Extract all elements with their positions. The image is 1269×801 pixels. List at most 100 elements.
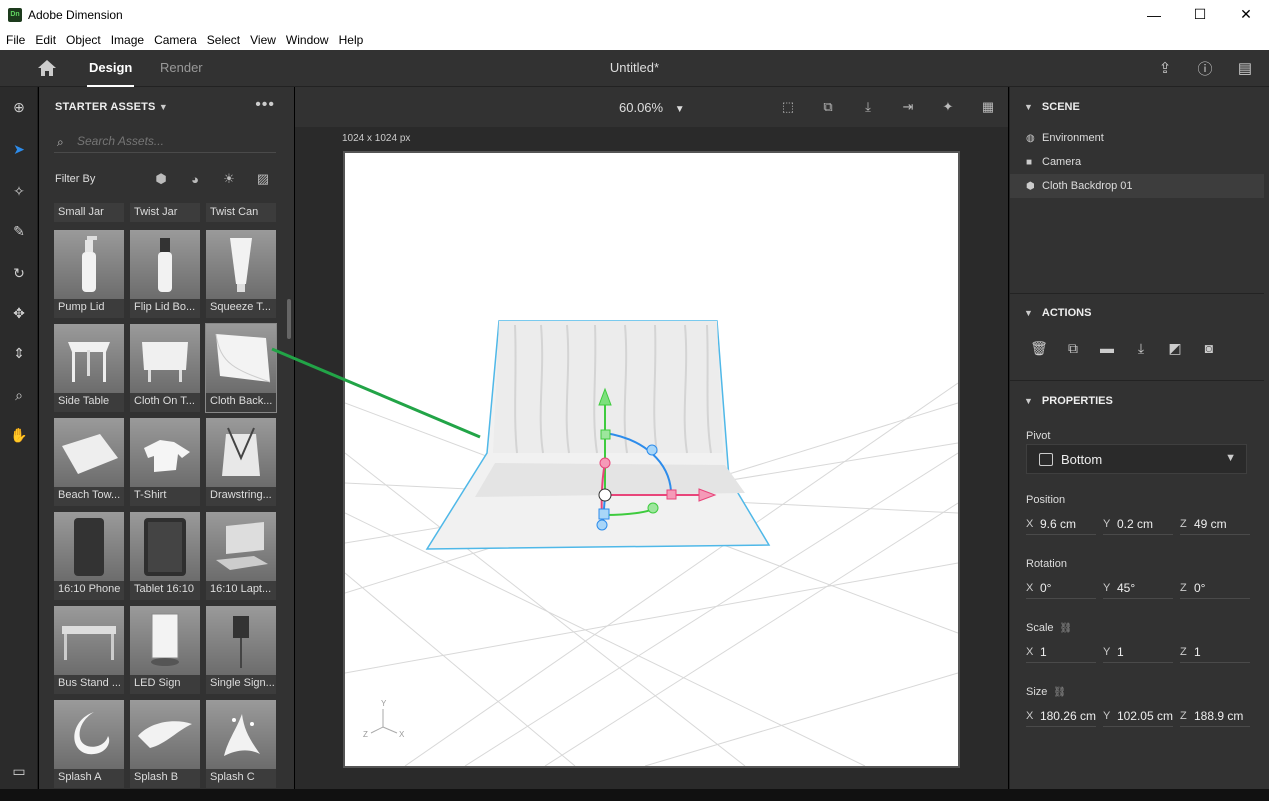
environment-icon: ◍	[1026, 132, 1035, 144]
edit-uv-icon[interactable]: ◩	[1166, 339, 1184, 357]
size-z-field[interactable]: Z 188.9 cm	[1180, 705, 1250, 727]
menu-object[interactable]: Object	[61, 33, 106, 47]
asset-drawstring-bag[interactable]: Drawstring...	[206, 418, 276, 506]
unlink-icon[interactable]: ⛓	[1053, 687, 1066, 698]
position-y-field[interactable]: Y 0.2 cm	[1103, 513, 1173, 535]
pan-move-tool-icon[interactable]: ✥	[9, 303, 29, 323]
asset-thumbnail	[54, 512, 124, 581]
hand-tool-icon[interactable]: ✋	[9, 425, 29, 445]
place-on-ground-icon[interactable]: ⤓	[1132, 339, 1150, 357]
asset-beach-towel[interactable]: Beach Tow...	[54, 418, 124, 506]
filter-materials-icon[interactable]: ◕	[187, 171, 203, 187]
menu-view[interactable]: View	[245, 33, 281, 47]
assets-header[interactable]: STARTER ASSETS ▼	[55, 101, 168, 113]
rotation-y-field[interactable]: Y 45°	[1103, 577, 1173, 599]
scale-fields: X1 Y1 Z1	[1026, 641, 1250, 663]
filter-lights-icon[interactable]: ☀	[221, 171, 237, 187]
asset-pump-lid[interactable]: Pump Lid	[54, 230, 124, 318]
cloth-backdrop-model[interactable]	[425, 320, 771, 550]
rotation-x-field[interactable]: X 0°	[1026, 577, 1096, 599]
size-y-field[interactable]: Y 102.05 cm	[1103, 705, 1173, 727]
search-input[interactable]	[77, 133, 267, 148]
rotation-z-field[interactable]: Z 0°	[1180, 577, 1250, 599]
position-x-field[interactable]: X 9.6 cm	[1026, 513, 1096, 535]
scene-item-environment[interactable]: ◍ Environment	[1010, 126, 1264, 150]
menu-image[interactable]: Image	[106, 33, 149, 47]
menu-file[interactable]: File	[1, 33, 30, 47]
select-tool-icon[interactable]: ➤	[9, 139, 29, 159]
asset-bus-stand[interactable]: Bus Stand ...	[54, 606, 124, 694]
asset-single-sign[interactable]: Single Sign...	[206, 606, 276, 694]
asset-small-jar[interactable]: Small Jar	[54, 203, 124, 222]
search-icon: ⌕	[57, 134, 64, 149]
share-icon[interactable]: ⇪	[1155, 59, 1175, 77]
menu-camera[interactable]: Camera	[149, 33, 202, 47]
asset-tablet[interactable]: Tablet 16:10	[130, 512, 200, 600]
filter-models-icon[interactable]: ⬢	[153, 171, 169, 187]
menu-select[interactable]: Select	[202, 33, 245, 47]
asset-cloth-backdrop[interactable]: Cloth Back...	[205, 323, 277, 413]
asset-squeeze-tube[interactable]: Squeeze T...	[206, 230, 276, 318]
menu-help[interactable]: Help	[334, 33, 369, 47]
assets-scrollbar[interactable]	[287, 299, 291, 339]
more-options-icon[interactable]: •••	[255, 96, 275, 114]
group-folder-icon[interactable]: ▬	[1098, 339, 1116, 357]
minimize-button[interactable]: —	[1131, 0, 1177, 29]
zoom-dropdown[interactable]: 60.06% ▼	[619, 100, 685, 115]
dolly-tool-icon[interactable]: ⇕	[9, 343, 29, 363]
asset-thumbnail	[54, 700, 124, 769]
zoom-tool-icon[interactable]: ⌕	[9, 385, 29, 405]
scene-item-cloth-backdrop[interactable]: ⬢ Cloth Backdrop 01	[1010, 174, 1264, 198]
asset-laptop[interactable]: 16:10 Lapt...	[206, 512, 276, 600]
feedback-icon[interactable]: ▤	[1235, 59, 1255, 77]
panel-toggle-icon[interactable]: ▭	[9, 761, 29, 781]
close-button[interactable]: ✕	[1223, 0, 1269, 29]
menu-window[interactable]: Window	[281, 33, 334, 47]
magic-wand-tool-icon[interactable]: ✧	[9, 181, 29, 201]
assets-panel: STARTER ASSETS ▼ ••• ⌕ Filter By ⬢ ◕ ☀ ▨…	[39, 87, 294, 801]
help-icon[interactable]: ⓘ	[1195, 59, 1215, 78]
add-content-icon[interactable]: ⊕	[9, 97, 29, 117]
maximize-button[interactable]: ☐	[1177, 0, 1223, 29]
asset-twist-can[interactable]: Twist Can	[206, 203, 276, 222]
render-preview-icon[interactable]: ▦	[978, 98, 998, 116]
3d-canvas[interactable]: Y X Z	[343, 151, 960, 768]
asset-cloth-on-table[interactable]: Cloth On T...	[130, 324, 200, 412]
asset-flip-lid-bottle[interactable]: Flip Lid Bo...	[130, 230, 200, 318]
orbit-tool-icon[interactable]: ↻	[9, 263, 29, 283]
frame-icon[interactable]: ⬚	[778, 98, 798, 116]
delete-icon[interactable]: 🗑	[1030, 339, 1048, 357]
filter-images-icon[interactable]: ▨	[255, 171, 271, 187]
align-icon[interactable]: ⇥	[898, 98, 918, 116]
snap-icon[interactable]: ✦	[938, 98, 958, 116]
asset-splash-a[interactable]: Splash A	[54, 700, 124, 788]
position-z-field[interactable]: Z 49 cm	[1180, 513, 1250, 535]
title-bar: Dn Adobe Dimension — ☐ ✕	[0, 0, 1269, 29]
size-label: Size ⛓	[1026, 686, 1067, 698]
scene-item-camera[interactable]: ■ Camera	[1010, 150, 1264, 174]
asset-phone[interactable]: 16:10 Phone	[54, 512, 124, 600]
asset-splash-b[interactable]: Splash B	[130, 700, 200, 788]
pivot-dropdown[interactable]: Bottom ▼	[1026, 444, 1247, 474]
asset-twist-jar[interactable]: Twist Jar	[130, 203, 200, 222]
duplicate-icon[interactable]: ⧉	[1064, 339, 1082, 357]
divider	[1010, 380, 1264, 381]
asset-splash-c[interactable]: Splash C	[206, 700, 276, 788]
scale-z-field[interactable]: Z1	[1180, 641, 1250, 663]
properties-header[interactable]: ▼ PROPERTIES	[1024, 395, 1113, 407]
actions-header[interactable]: ▼ ACTIONS	[1024, 307, 1091, 319]
window-title: Adobe Dimension	[28, 7, 123, 22]
eyedropper-tool-icon[interactable]: ✎	[9, 221, 29, 241]
scene-header[interactable]: ▼ SCENE	[1024, 101, 1080, 113]
drop-to-ground-icon[interactable]: ⤓	[858, 98, 878, 116]
scale-y-field[interactable]: Y1	[1103, 641, 1173, 663]
asset-side-table[interactable]: Side Table	[54, 324, 124, 412]
sample-icon[interactable]: ◙	[1200, 339, 1218, 357]
fit-selection-icon[interactable]: ⧉	[818, 98, 838, 116]
menu-edit[interactable]: Edit	[30, 33, 61, 47]
asset-t-shirt[interactable]: T-Shirt	[130, 418, 200, 506]
asset-led-sign[interactable]: LED Sign	[130, 606, 200, 694]
unlink-icon[interactable]: ⛓	[1060, 623, 1073, 634]
scale-x-field[interactable]: X1	[1026, 641, 1096, 663]
size-x-field[interactable]: X 180.26 cm	[1026, 705, 1096, 727]
